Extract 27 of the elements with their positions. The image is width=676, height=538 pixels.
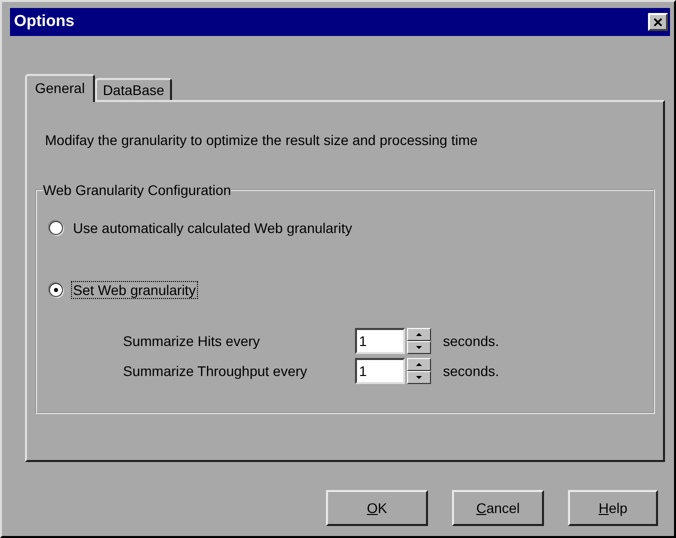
window-title: Options <box>14 13 74 31</box>
caret-down-icon <box>416 376 422 379</box>
unit-label: seconds. <box>443 363 500 379</box>
setting-label: Summarize Hits every <box>123 333 261 349</box>
unit-label: seconds. <box>443 333 500 349</box>
spin-up-button[interactable] <box>407 358 431 371</box>
setting-label: Summarize Throughput every <box>123 363 308 379</box>
description-text: Modifay the granularity to optimize the result size and processing time <box>45 132 479 148</box>
radio-label[interactable]: Use automatically calculated Web granularity <box>71 219 354 237</box>
close-button[interactable]: ✕ <box>648 13 668 31</box>
number-field[interactable]: 1 <box>355 358 405 384</box>
dialog-button[interactable]: Help <box>568 490 658 526</box>
dialog-button[interactable]: OK <box>326 490 428 526</box>
tab[interactable]: DataBase <box>94 78 172 100</box>
spin-down-button[interactable] <box>407 341 431 354</box>
caret-up-icon <box>416 333 422 336</box>
caret-down-icon <box>416 346 422 349</box>
spin-up-button[interactable] <box>407 328 431 341</box>
spin-down-button[interactable] <box>407 371 431 384</box>
radio-label[interactable]: Set Web granularity <box>71 281 198 299</box>
number-field[interactable]: 1 <box>355 328 405 354</box>
radio-button[interactable] <box>49 221 63 235</box>
dialog-button[interactable]: Cancel <box>452 490 544 526</box>
radio-button[interactable] <box>49 283 63 297</box>
tab[interactable]: General <box>25 74 95 102</box>
group-title: Web Granularity Configuration <box>43 182 232 198</box>
caret-up-icon <box>416 363 422 366</box>
